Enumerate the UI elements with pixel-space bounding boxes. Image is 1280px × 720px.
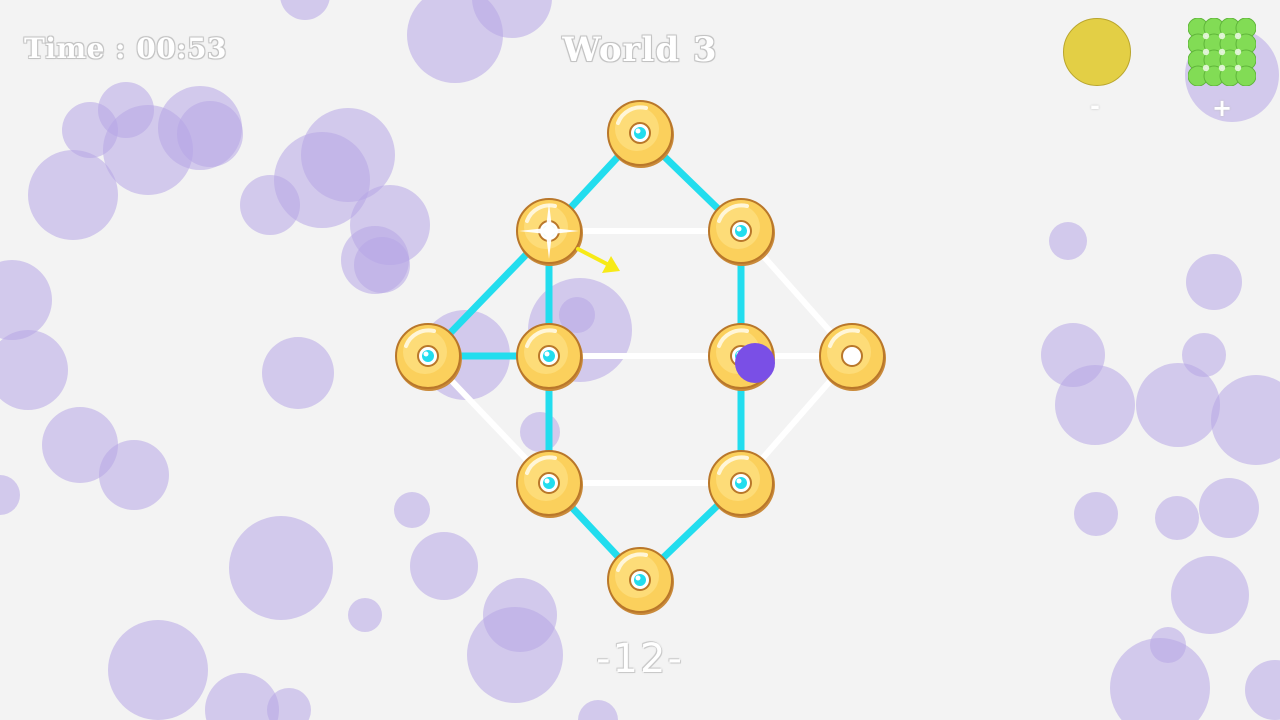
ring-node-ml[interactable] xyxy=(395,323,462,391)
ring-node-bl[interactable] xyxy=(516,450,583,518)
zoom-in-button[interactable] xyxy=(1188,18,1256,86)
ring-hole-glint xyxy=(423,351,429,357)
ring-hole-link xyxy=(735,477,747,489)
green-grid-icon xyxy=(1188,18,1256,86)
arrow-icon xyxy=(576,247,620,273)
ring-node-bot[interactable] xyxy=(607,547,674,615)
ring-hole-link xyxy=(543,350,555,362)
ring-hole-link xyxy=(634,574,646,586)
ring-hole-glint xyxy=(736,226,742,232)
ring-node-top[interactable] xyxy=(607,100,674,168)
ring-hole-glint xyxy=(544,351,550,357)
zoom-in-label: + xyxy=(1212,94,1233,122)
zoom-out-label: - xyxy=(1090,92,1100,120)
ring-hole-glint xyxy=(635,128,641,134)
puzzle-board xyxy=(395,100,886,615)
ring-hole-link xyxy=(634,127,646,139)
zoom-out-button[interactable] xyxy=(1063,18,1131,86)
ring-hole-glint xyxy=(736,478,742,484)
ring-hole-link xyxy=(543,477,555,489)
move-counter: -12- xyxy=(596,636,684,682)
player-ball xyxy=(735,343,775,383)
ring-hole-glint xyxy=(635,575,641,581)
ring-node-tr[interactable] xyxy=(708,198,775,266)
ring-hole xyxy=(841,345,863,367)
ring-node-mr[interactable] xyxy=(819,323,886,391)
ring-node-cl[interactable] xyxy=(516,323,583,391)
ring-node-br[interactable] xyxy=(708,450,775,518)
ring-hole-link xyxy=(735,225,747,237)
ring-hole-glint xyxy=(544,478,550,484)
ring-hole-link xyxy=(422,350,434,362)
